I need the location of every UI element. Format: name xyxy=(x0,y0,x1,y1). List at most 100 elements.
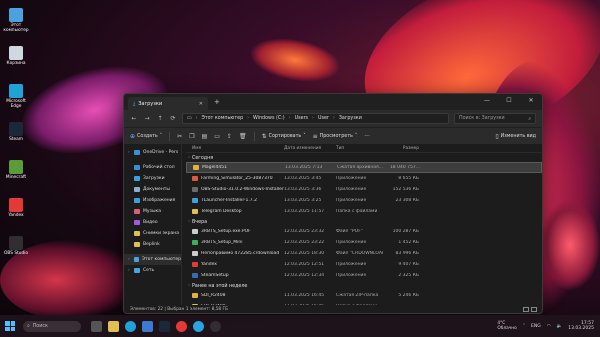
rename-button[interactable]: ▭ xyxy=(214,133,220,140)
weather-widget[interactable]: 4°C Облачно xyxy=(497,321,516,331)
chevron-up-icon[interactable]: ˄ xyxy=(523,324,525,329)
file-row[interactable]: SteamSetup 12.03.2025 12:34 Приложение 2 32… xyxy=(186,270,542,281)
clock[interactable]: 17:57 13.03.2025 xyxy=(568,321,594,331)
folder-icon xyxy=(134,198,140,203)
file-row[interactable]: SDI_R2408 11.03.2025 16:45 Сжатая ZIP-папк… xyxy=(186,290,542,301)
sidebar-item[interactable]: Загрузки xyxy=(124,173,181,184)
close-window-button[interactable]: ✕ xyxy=(520,94,542,108)
delete-button[interactable]: 🗑 xyxy=(239,133,247,140)
yandex-icon[interactable] xyxy=(176,320,187,332)
breadcrumb-item[interactable]: Загрузки xyxy=(339,116,362,121)
sidebar-item[interactable]: Изображения xyxy=(124,195,181,206)
group-header[interactable]: ˅ Ранее на этой неделе xyxy=(186,282,542,290)
chevron-right-icon: › xyxy=(128,268,130,273)
up-icon[interactable]: ↑ xyxy=(156,115,164,122)
new-tab-button[interactable]: + xyxy=(214,98,220,106)
desktop-icon[interactable]: Minecraft xyxy=(2,160,30,180)
file-row[interactable]: 3RBTS_Setup.exe.POF 12.03.2025 23:32 Файл … xyxy=(186,226,542,237)
tab-downloads[interactable]: ⤓ Загрузки ✕ xyxy=(128,97,208,110)
telegram-icon[interactable] xyxy=(193,320,204,332)
store-icon[interactable] xyxy=(142,320,153,332)
sort-button[interactable]: ⇅ Сортировать ˅ xyxy=(262,133,306,140)
sidebar-item[interactable]: Документы xyxy=(124,184,181,195)
column-name[interactable]: Имя xyxy=(186,146,284,151)
desktop-icon[interactable]: Корзина xyxy=(2,46,30,66)
window-controls: — ☐ ✕ xyxy=(476,94,542,108)
address-bar[interactable]: ▭ › Этот компьютер › Windows (C:) › User… xyxy=(182,113,449,124)
breadcrumb-item[interactable]: Этот компьютер xyxy=(201,116,243,121)
sidebar-item[interactable]: Рабочий стол xyxy=(124,162,181,173)
create-button[interactable]: ⊕ Создать ˅ xyxy=(130,133,162,140)
back-icon[interactable]: ← xyxy=(130,115,138,122)
search-input[interactable]: Поиск в: Загрузки ⌕ xyxy=(454,113,536,124)
desktop-icon[interactable]: OBS Studio xyxy=(2,236,30,256)
breadcrumb-item[interactable]: User xyxy=(318,116,329,121)
task-view-icon[interactable] xyxy=(91,320,102,332)
file-size: 18 040 757... xyxy=(389,165,420,170)
desktop-icon[interactable]: Microsoft Edge xyxy=(2,84,30,109)
trash-icon: 🗑 xyxy=(238,132,247,140)
file-row[interactable]: 3RBTS_Setup_Mini 12.03.2025 23:22 Приложен… xyxy=(186,237,542,248)
desktop-icon[interactable]: Yandex xyxy=(2,198,30,218)
desktop-icon[interactable]: Этот компьютер xyxy=(2,8,30,33)
breadcrumb-item[interactable]: Users xyxy=(295,116,308,121)
share-button[interactable]: ⇪ xyxy=(227,133,232,140)
steam-icon[interactable] xyxy=(159,320,170,332)
desktop-app-icon xyxy=(9,46,23,60)
file-row[interactable]: OBS-Studio-31.0.2-Windows-Installer 13.03… xyxy=(186,184,542,195)
maximize-button[interactable]: ☐ xyxy=(498,94,520,108)
obs-icon[interactable] xyxy=(210,320,221,332)
sidebar-item[interactable]: Снимки экрана xyxy=(124,228,181,239)
clock-date: 13.03.2025 xyxy=(568,326,594,331)
sidebar-item[interactable]: › OneDrive - Pers xyxy=(124,147,181,158)
group-header[interactable]: ˅ Сегодня xyxy=(186,154,542,162)
desktop-app-icon xyxy=(9,236,23,250)
more-button[interactable]: ··· xyxy=(364,133,370,140)
cut-button[interactable]: ✂ xyxy=(177,133,182,140)
file-row[interactable]: Yandex 12.03.2025 12:51 Приложение 9 407 КБ xyxy=(186,259,542,270)
file-name: Magel4451 xyxy=(202,165,227,170)
forward-icon[interactable]: → xyxy=(143,115,151,122)
minimize-button[interactable]: — xyxy=(476,94,498,108)
sidebar-item[interactable]: Музыка xyxy=(124,206,181,217)
group-header[interactable]: ˅ Вчера xyxy=(186,218,542,226)
language-indicator[interactable]: ENG xyxy=(531,324,541,329)
view-button[interactable]: ≡ Просмотреть ˅ xyxy=(313,133,358,140)
start-button[interactable] xyxy=(5,321,15,331)
refresh-icon[interactable]: ⟳ xyxy=(169,115,177,122)
file-name-cell: SDI_R2408 xyxy=(186,293,284,298)
download-icon: ⤓ xyxy=(133,100,136,107)
sidebar-item[interactable]: Видео xyxy=(124,217,181,228)
column-type[interactable]: Тип xyxy=(336,146,383,151)
taskbar-search[interactable]: ⌕ Поиск xyxy=(23,320,81,332)
column-date[interactable]: Дата изменения xyxy=(284,146,336,151)
desktop-icon[interactable]: Steam xyxy=(2,122,30,142)
file-row[interactable]: Непоправимо 472285.crdownload 12.03.2025 … xyxy=(186,248,542,259)
copy-button[interactable]: ❐ xyxy=(189,133,194,140)
wifi-icon[interactable]: ◠ xyxy=(547,324,551,329)
desktop-icon-label: Minecraft xyxy=(5,175,27,180)
details-button[interactable]: ▯ Изменить вид xyxy=(495,133,536,140)
file-row[interactable]: Magel4451 13.03.2025 7:13 Сжатая архивная.… xyxy=(186,162,542,173)
file-row[interactable]: TLauncher-Installer-1.7.2 13.03.2025 3:25… xyxy=(186,195,542,206)
volume-icon[interactable]: 🔈 xyxy=(557,324,563,329)
file-size: 8 655 КБ xyxy=(398,176,419,181)
folder-icon xyxy=(133,257,139,262)
sidebar-item[interactable]: Beplink xyxy=(124,239,181,250)
edge-icon[interactable] xyxy=(125,320,136,332)
details-view-icon[interactable] xyxy=(523,306,529,312)
sidebar-item[interactable]: › Сеть xyxy=(124,265,181,276)
file-explorer-icon[interactable] xyxy=(108,320,119,332)
tiles-view-icon[interactable] xyxy=(531,306,537,312)
search-placeholder: Поиск в: Загрузки xyxy=(459,116,505,121)
sidebar-item[interactable]: › Этот компьютер xyxy=(124,254,181,265)
close-tab-icon[interactable]: ✕ xyxy=(199,101,203,107)
column-size[interactable]: Размер xyxy=(383,146,423,151)
file-icon xyxy=(192,176,198,181)
breadcrumb-item[interactable]: Windows (C:) xyxy=(253,116,285,121)
navigation-bar: ← → ↑ ⟳ ▭ › Этот компьютер › Windows (C:… xyxy=(124,110,542,127)
paste-button[interactable]: ▤ xyxy=(202,133,208,140)
sidebar-item-label: Музыка xyxy=(143,209,161,214)
file-row[interactable]: Farming_Simulator_25-3087370 13.03.2025 3… xyxy=(186,173,542,184)
file-row[interactable]: Telegram Desktop 13.03.2025 11:57 Папка с … xyxy=(186,206,542,217)
